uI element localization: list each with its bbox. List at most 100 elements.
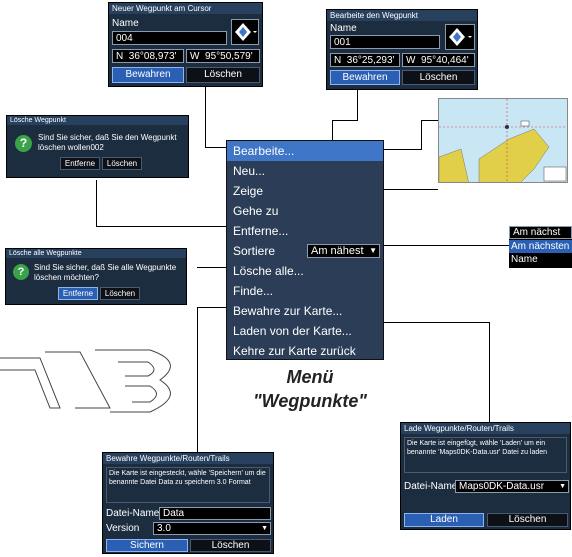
connector-line: [489, 322, 490, 422]
menu-item-sort[interactable]: Sortiere Am nähest ▼: [227, 241, 383, 261]
longitude-field[interactable]: W 95°50,579': [186, 49, 260, 63]
sort-label: Sortiere: [233, 244, 276, 258]
connector-line: [205, 87, 206, 147]
name-label: Name: [112, 18, 139, 29]
new-waypoint-dialog: Neuer Wegpunkt am Cursor Name 004 N 36°0…: [108, 2, 263, 87]
menu-item-delete-all[interactable]: Lösche alle...: [227, 261, 383, 281]
sort-value: Am nähest: [311, 245, 364, 257]
sort-dropdown[interactable]: Am nähest ▼: [307, 244, 380, 258]
dropdown-arrow-icon: ▼: [369, 246, 377, 255]
dialog-title: Bearbeite den Wegpunkt: [327, 10, 477, 21]
dialog-message: Sind Sie sicher, daß Sie alle Wegpunkte …: [34, 263, 177, 282]
connector-line: [357, 90, 358, 120]
load-from-card-dialog: Lade Wegpunkte/Routen/Trails Die Karte i…: [400, 422, 571, 530]
connector-line: [421, 120, 438, 121]
lon-value: 95°40,464': [421, 55, 469, 66]
delete-waypoint-dialog: Lösche Wegpunkt ? Sind Sie sicher, daß S…: [6, 115, 189, 178]
dropdown-arrow-icon: ▼: [261, 525, 268, 532]
remove-button[interactable]: Entferne: [60, 157, 100, 170]
menu-item-go-to[interactable]: Gehe zu: [227, 201, 383, 221]
waypoint-symbol-selector[interactable]: [445, 24, 475, 50]
remove-button[interactable]: Entferne: [58, 287, 98, 300]
delete-all-waypoints-dialog: Lösche alle Wegpunkte ? Sind Sie sicher,…: [5, 248, 187, 305]
caption-line-2: "Wegpunkte": [253, 391, 367, 411]
version-select[interactable]: 3.0 ▼: [153, 522, 271, 535]
menu-item-find[interactable]: Finde...: [227, 281, 383, 301]
dropdown-selected-value: Am nächst: [513, 227, 561, 238]
connector-line: [384, 149, 422, 150]
version-value: 3.0: [157, 523, 171, 534]
lat-value: 36°08,973': [128, 51, 177, 62]
load-button[interactable]: Laden: [404, 513, 484, 527]
waypoint-symbol-selector[interactable]: [231, 19, 259, 45]
dialog-title: Bewahre Wegpunkte/Routen/Trails: [103, 453, 273, 464]
dropdown-arrow-icon: ▼: [559, 483, 566, 490]
lat-dir: N: [334, 55, 342, 66]
delete-button[interactable]: Löschen: [102, 157, 142, 170]
dialog-message: Die Karte ist eingefügt, wähle 'Laden' u…: [404, 437, 567, 473]
delete-button[interactable]: Löschen: [402, 70, 475, 85]
dialog-title: Neuer Wegpunkt am Cursor: [109, 3, 262, 14]
lat-dir: N: [116, 51, 124, 62]
connector-line: [421, 120, 422, 150]
filename-select[interactable]: Maps0DK-Data.usr ▼: [455, 480, 569, 493]
menu-item-return-to-map[interactable]: Kehre zur Karte zurück: [227, 341, 383, 361]
lon-value: 95°50,579': [205, 51, 253, 62]
dialog-title: Lade Wegpunkte/Routen/Trails: [401, 423, 570, 434]
caption-line-1: Menü: [286, 367, 334, 387]
save-button[interactable]: Sichern: [106, 539, 188, 552]
delete-button[interactable]: Löschen: [190, 539, 271, 552]
menu-item-save-to-card[interactable]: Bewahre zur Karte...: [227, 301, 383, 321]
delete-button[interactable]: Löschen: [186, 67, 260, 83]
question-icon: ?: [15, 135, 32, 152]
dialog-message: Sind Sie sicher, daß Sie den Wegpunkt lö…: [38, 133, 177, 152]
connector-line: [96, 226, 230, 227]
filename-input[interactable]: Data: [159, 507, 271, 520]
delete-button[interactable]: Löschen: [100, 287, 140, 300]
question-icon: ?: [13, 264, 29, 280]
latitude-field[interactable]: N 36°25,293': [330, 53, 400, 67]
lon-dir: W: [406, 55, 416, 66]
menu-caption: Menü "Wegpunkte": [220, 365, 400, 413]
lat-value: 36°25,293': [346, 55, 395, 66]
dialog-title: Lösche alle Wegpunkte: [6, 249, 186, 258]
save-to-card-dialog: Bewahre Wegpunkte/Routen/Trails Die Kart…: [102, 452, 274, 554]
name-input[interactable]: 001: [330, 35, 440, 49]
edit-waypoint-dialog: Bearbeite den Wegpunkt Name 001 N 36°25,…: [326, 9, 478, 90]
waypoints-menu: Bearbeite... Neu... Zeige Gehe zu Entfer…: [226, 140, 384, 360]
sort-dropdown-expanded: Am nächst Am nächsten Name: [509, 226, 572, 268]
filename-value: Maps0DK-Data.usr: [459, 481, 545, 492]
dropdown-selected[interactable]: Am nächst: [509, 226, 572, 239]
name-label: Name: [330, 23, 357, 34]
longitude-field[interactable]: W 95°40,464': [402, 53, 475, 67]
version-label: Version: [106, 523, 140, 534]
filename-label: Datei-Name: [404, 481, 458, 492]
dialog-title: Lösche Wegpunkt: [7, 116, 188, 125]
lon-dir: W: [190, 51, 200, 62]
filename-label: Datei-Name: [106, 508, 160, 519]
connector-line: [96, 180, 97, 226]
waypoint-diamond-icon: [449, 28, 472, 46]
delete-button[interactable]: Löschen: [487, 513, 568, 527]
menu-item-edit[interactable]: Bearbeite...: [227, 141, 383, 161]
connector-line: [384, 245, 510, 246]
watermark-logo: [0, 349, 171, 413]
connector-line: [197, 307, 198, 452]
connector-line: [332, 120, 358, 121]
latitude-field[interactable]: N 36°08,973': [112, 49, 184, 63]
connector-line: [205, 147, 226, 148]
connector-line: [380, 322, 490, 323]
dialog-message: Die Karte ist eingesteckt, wähle 'Speich…: [106, 467, 270, 503]
menu-item-show[interactable]: Zeige: [227, 181, 383, 201]
menu-item-remove[interactable]: Entferne...: [227, 221, 383, 241]
waypoint-diamond-icon: [235, 23, 257, 41]
save-button[interactable]: Bewahren: [112, 67, 184, 83]
name-input[interactable]: 004: [112, 31, 227, 45]
menu-item-load-from-card[interactable]: Laden von der Karte...: [227, 321, 383, 341]
map-preview: [438, 98, 568, 183]
chart-map: [439, 99, 567, 182]
save-button[interactable]: Bewahren: [330, 70, 400, 85]
dropdown-option[interactable]: Am nächsten: [509, 240, 572, 253]
menu-item-new[interactable]: Neu...: [227, 161, 383, 181]
dropdown-option[interactable]: Name: [509, 253, 572, 266]
